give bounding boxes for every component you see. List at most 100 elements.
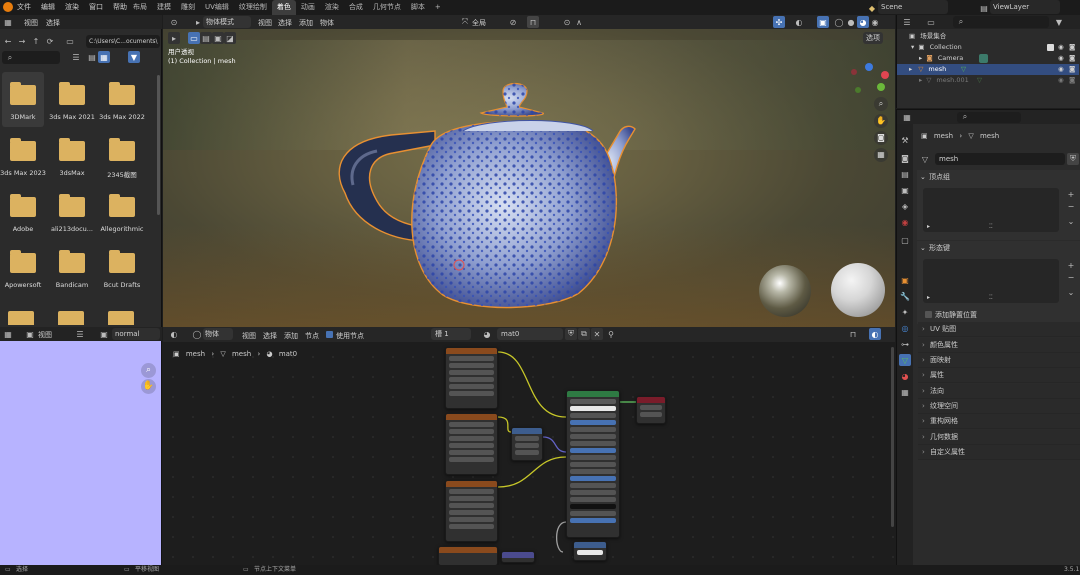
vp-menu-add[interactable]: 添加 [299,18,313,28]
file-item[interactable]: 3dsMax [47,138,97,177]
physics-tab-icon[interactable]: ◎ [899,322,911,334]
visibility-icon[interactable]: ◉ [1058,64,1064,75]
file-item[interactable]: 2345截图 [97,138,147,179]
scene-icon[interactable]: ◆ [866,2,878,14]
visibility-icon[interactable]: ◉ [1058,42,1064,53]
file-item[interactable]: 3ds Max 2022 [97,82,147,121]
file-item[interactable]: 3ds Max 2021 [47,82,97,121]
xray-icon[interactable]: ▣ [817,16,829,28]
vp-menu-select[interactable]: 选择 [278,18,292,28]
menu-render[interactable]: 渲染 [60,0,84,15]
add-workspace-button[interactable]: + [430,0,446,15]
hamburger-icon[interactable]: ☰ [74,328,86,340]
pan-hand-icon[interactable]: ✋ [141,379,156,394]
file-item[interactable]: ali213docu... [47,194,97,233]
editor-type-icon[interactable]: ▦ [2,328,14,340]
image-texture-node[interactable] [445,480,498,542]
render-icon[interactable]: ◙ [1069,64,1075,75]
scene-field[interactable]: Scene [878,0,948,14]
constraints-tab-icon[interactable]: ⊶ [899,338,911,350]
axis-neg-x-icon[interactable] [851,69,857,75]
fake-user-icon[interactable]: ⛨ [1067,153,1079,165]
vp-menu-object[interactable]: 物体 [320,18,334,28]
zoom-icon[interactable]: ⌕ [874,97,888,111]
image-browse-icon[interactable]: ▣ [98,328,110,340]
add-icon[interactable]: + [1065,259,1077,271]
viewport-3d[interactable]: ⊙ ▸ 物体模式 视图 选择 添加 物体 ⤧ 全局 ⊘ ⊓ ⊙ ∧ ✣ ◐ ▣ … [163,15,895,327]
back-icon[interactable]: ← [2,35,14,47]
panel-texture-space[interactable]: 纹理空间 [918,399,1080,414]
menu-down-icon[interactable]: ⌄ [1065,215,1077,227]
material-tab-icon[interactable]: ◕ [899,370,911,382]
mesh-name-field[interactable]: mesh [935,153,1065,165]
filter-icon[interactable]: ▼ [1053,16,1065,28]
menu-file[interactable]: 文件 [12,0,36,15]
teapot-model[interactable] [331,73,671,313]
shading-rendered-icon[interactable]: ◉ [869,16,881,28]
modifier-tab-icon[interactable]: 🔧 [899,290,911,302]
directory-path-field[interactable]: C:\Users\C...ocuments\ [86,35,160,48]
editor-type-icon[interactable]: ▦ [2,16,14,28]
view-layer-tab-icon[interactable]: ▣ [899,184,911,196]
file-item[interactable]: 3DMark [0,82,48,121]
tab-scripting[interactable]: 脚本 [406,0,430,15]
parent-dir-icon[interactable]: ↑ [30,35,42,47]
shading-material-icon[interactable]: ◕ [857,16,869,28]
displacement-node[interactable] [573,541,607,561]
overlay-icon[interactable]: ◐ [793,16,805,28]
image-name-field[interactable]: normal [112,328,160,340]
display-grid-icon[interactable]: ▦ [98,51,110,63]
object-mode-dropdown[interactable]: 物体模式 [203,16,251,28]
tab-geometry-nodes[interactable]: 几何节点 [368,0,406,15]
list-expand-icon[interactable]: ▸ [927,223,930,230]
material-output-node[interactable] [636,396,666,424]
gizmo-toggle-icon[interactable]: ✣ [773,16,785,28]
relative-checkbox[interactable] [925,311,932,318]
view-mode-icon[interactable]: ▣ [24,328,36,340]
tab-animation[interactable]: 动画 [296,0,320,15]
refresh-icon[interactable]: ⟳ [44,35,56,47]
particles-tab-icon[interactable]: ✦ [899,306,911,318]
select-mode-2-icon[interactable]: ▣ [212,32,224,44]
render-icon[interactable]: ◙ [1069,42,1075,53]
file-item[interactable]: Bandicam [47,250,97,289]
display-list-icon[interactable]: ☰ [70,51,82,63]
node-editor[interactable]: ◐ ◯ 物体 视图 选择 添加 节点 使用节点 槽 1 ◕ mat0 ⛨ ⧉ ✕… [163,327,895,565]
visibility-icon[interactable]: ◉ [1058,75,1064,86]
tab-compositing[interactable]: 合成 [344,0,368,15]
tab-uv-editing[interactable]: UV编辑 [200,0,234,15]
texture-tab-icon[interactable]: ▦ [899,386,911,398]
tab-shading[interactable]: 着色 [271,0,296,15]
list-expand-icon[interactable]: ▸ [927,294,930,301]
render-icon[interactable]: ◙ [1069,75,1075,86]
file-item[interactable]: Bcut Drafts [97,250,147,289]
editor-type-icon[interactable]: ▦ [901,111,913,123]
panel-normals[interactable]: 法向 [918,384,1080,399]
editor-type-icon[interactable]: ⊙ [168,16,180,28]
tab-rendering[interactable]: 渲染 [320,0,344,15]
image-texture-node[interactable] [445,347,498,409]
zoom-icon[interactable]: ⌕ [141,363,156,378]
proportional-edit-icon[interactable]: ⊙ [561,16,573,28]
falloff-icon[interactable]: ∧ [573,16,585,28]
filter-icon[interactable]: ▼ [128,51,140,63]
tab-modeling[interactable]: 建模 [152,0,176,15]
select-mode-3-icon[interactable]: ◪ [224,32,236,44]
outliner-search-input[interactable] [953,16,1049,28]
world-tab-icon[interactable]: ◉ [899,216,911,228]
ie-menu-view[interactable]: 视图 [38,330,52,340]
camera-view-icon[interactable]: ◙ [874,131,888,145]
select-box-icon[interactable]: ▭ [188,32,200,44]
ortho-toggle-icon[interactable]: ▦ [874,148,888,162]
display-mode-icon[interactable]: ▭ [925,16,937,28]
material-preview-sphere[interactable] [831,263,885,317]
collection-tab-icon[interactable]: ▢ [899,234,911,246]
vertex-groups-header[interactable]: ⌄ 顶点组 [917,170,1080,184]
image-texture-node[interactable] [445,413,498,475]
vp-menu-view[interactable]: 视图 [258,18,272,28]
tab-sculpting[interactable]: 雕刻 [176,0,200,15]
view-layer-field[interactable]: ViewLayer [990,0,1060,14]
normal-map-node[interactable] [511,427,543,461]
editor-type-icon[interactable]: ☰ [901,16,913,28]
forward-icon[interactable]: → [16,35,28,47]
